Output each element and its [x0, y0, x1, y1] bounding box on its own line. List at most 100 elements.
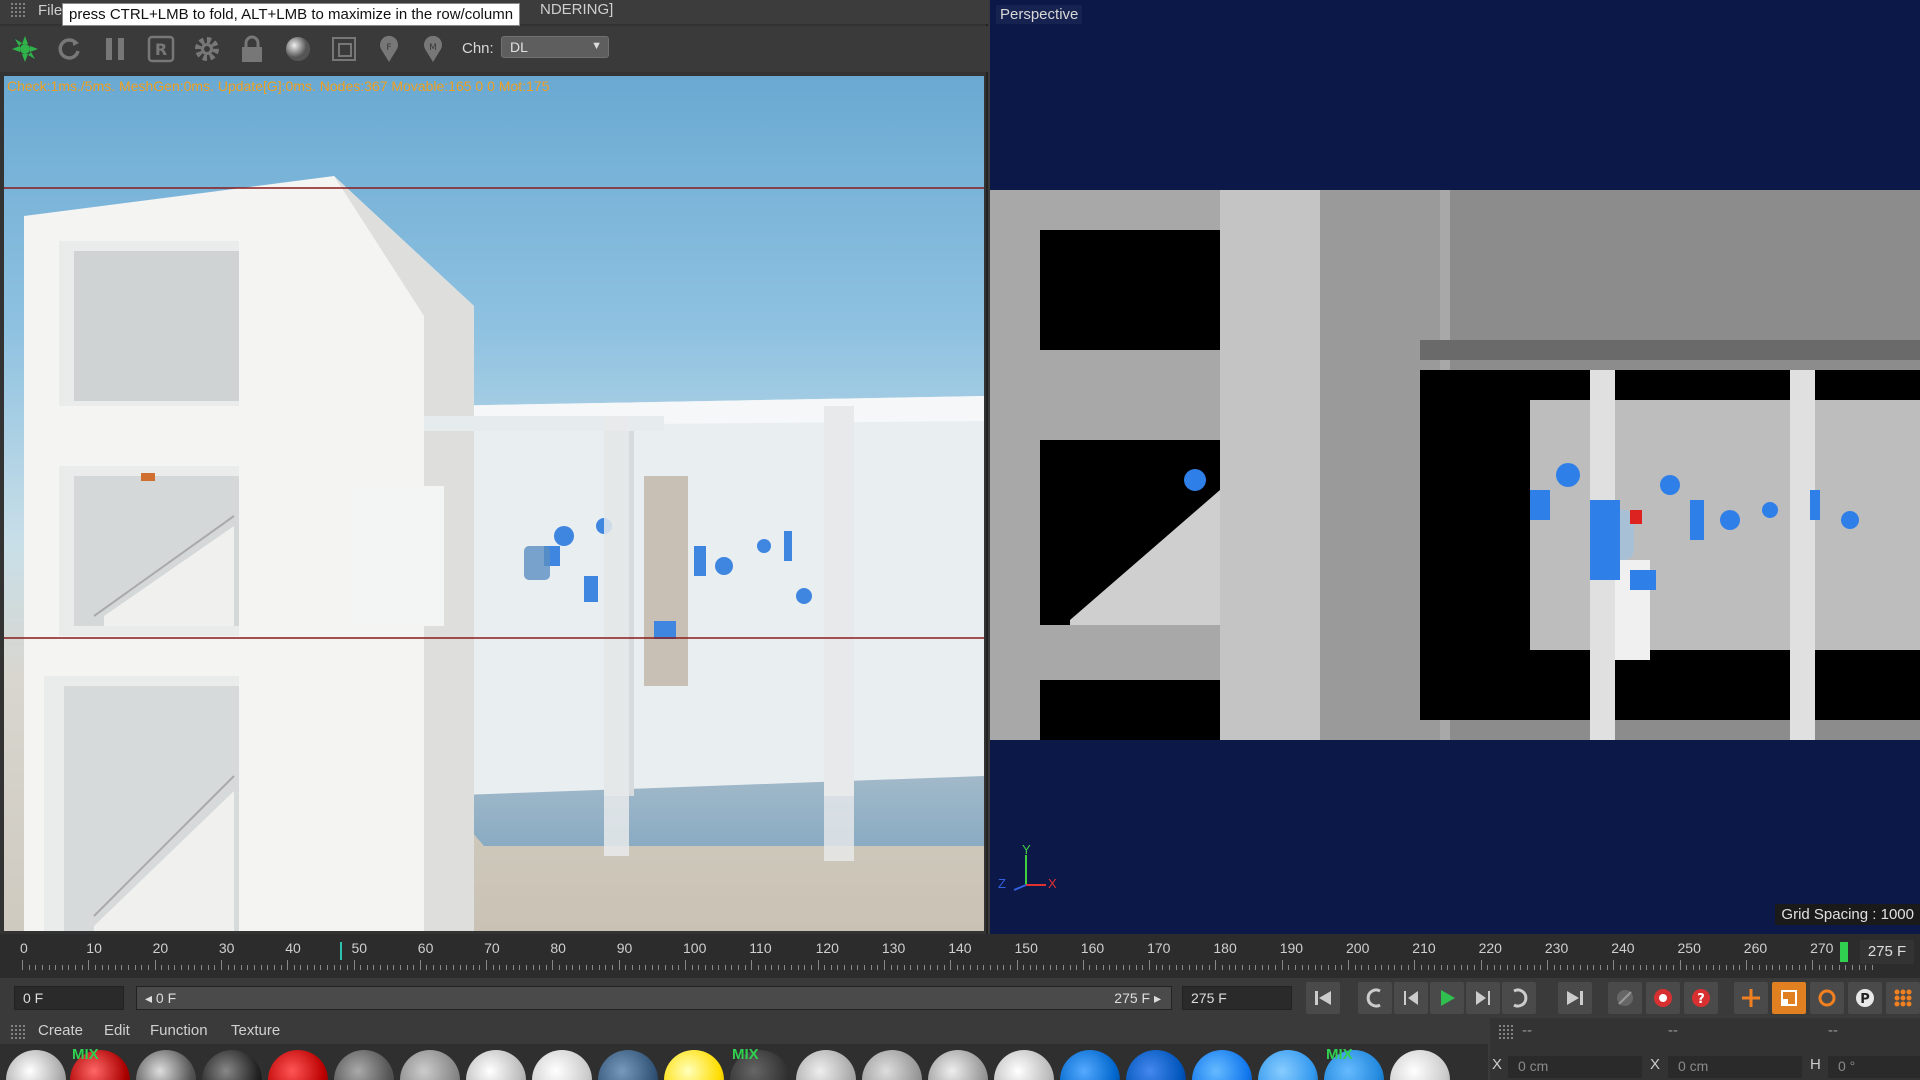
material-swatch[interactable] — [400, 1050, 460, 1080]
lock-icon[interactable] — [235, 32, 269, 66]
timeline-tick — [824, 965, 826, 970]
material-swatch[interactable] — [136, 1050, 196, 1080]
rotate-key-icon[interactable] — [1810, 982, 1844, 1014]
size-x-field[interactable]: 0 cm — [1668, 1056, 1802, 1078]
timeline-ruler[interactable]: 0 10 20 30 40 50 60 70 80 90 100 110 120 130 140 150 160… — [0, 934, 1920, 978]
timeline-tick — [1381, 965, 1383, 970]
menu-edit[interactable]: Edit — [104, 1022, 130, 1039]
previous-frame-button[interactable] — [1394, 982, 1428, 1014]
panel-grip-icon[interactable] — [10, 2, 26, 18]
timeline-tick — [883, 960, 885, 970]
channel-select[interactable]: DL ▼ — [501, 36, 609, 58]
timeline-tick — [844, 965, 846, 970]
timeline-tick — [1401, 965, 1403, 970]
material-swatch[interactable] — [994, 1050, 1054, 1080]
material-pin-icon[interactable]: M — [416, 32, 450, 66]
material-swatch[interactable] — [466, 1050, 526, 1080]
timeline-tick — [1666, 965, 1668, 970]
material-swatch[interactable] — [202, 1050, 262, 1080]
play-button[interactable] — [1430, 982, 1464, 1014]
material-swatch[interactable] — [1060, 1050, 1120, 1080]
refresh-icon[interactable] — [52, 32, 86, 66]
timeline-tick — [340, 965, 342, 970]
settings-gear-icon[interactable] — [190, 32, 224, 66]
material-swatch[interactable] — [1258, 1050, 1318, 1080]
timeline-tick — [386, 965, 388, 970]
material-swatch[interactable] — [664, 1050, 724, 1080]
record-keys-disabled-icon[interactable] — [1608, 982, 1642, 1014]
range-end-label: 275 F ▸ — [1114, 990, 1161, 1006]
material-swatch[interactable] — [796, 1050, 856, 1080]
menu-rendering[interactable]: NDERING] — [540, 1, 613, 18]
end-frame-marker[interactable] — [1840, 942, 1848, 962]
current-frame-marker[interactable] — [340, 942, 342, 960]
viewport-camera-label[interactable]: Perspective — [996, 5, 1083, 24]
panel-grip-icon[interactable] — [10, 1024, 26, 1040]
timeline-end-frame: 275 F — [1860, 940, 1914, 964]
pause-icon[interactable] — [98, 32, 132, 66]
menu-create[interactable]: Create — [38, 1022, 83, 1039]
material-ball-icon[interactable] — [281, 32, 315, 66]
material-swatch[interactable] — [6, 1050, 66, 1080]
timeline-tick — [1215, 960, 1217, 970]
timeline-tick — [658, 965, 660, 970]
next-key-button[interactable] — [1502, 982, 1536, 1014]
timeline-tick-label: 230 — [1544, 940, 1569, 956]
end-frame-field[interactable]: 275 F — [1182, 986, 1292, 1010]
material-swatch[interactable] — [1390, 1050, 1450, 1080]
timeline-tick-label: 100 — [683, 940, 707, 956]
go-to-start-button[interactable] — [1306, 982, 1340, 1014]
timeline-tick — [777, 965, 779, 970]
timeline-tick — [1686, 965, 1688, 970]
start-frame-field[interactable]: 0 F — [14, 986, 124, 1010]
region-icon[interactable] — [327, 32, 361, 66]
timeline-tick — [1261, 965, 1263, 970]
timeline-tick — [28, 965, 30, 970]
timeline-tick — [1560, 965, 1562, 970]
timeline-tick — [1672, 965, 1674, 970]
r-icon[interactable]: R — [144, 32, 178, 66]
material-swatch[interactable] — [598, 1050, 658, 1080]
timeline-tick — [519, 965, 521, 970]
move-key-icon[interactable] — [1734, 982, 1768, 1014]
position-x-field[interactable]: 0 cm — [1508, 1056, 1642, 1078]
focus-pin-icon[interactable]: F — [372, 32, 406, 66]
menu-function[interactable]: Function — [150, 1022, 208, 1039]
rotation-h-field[interactable]: 0 ° — [1828, 1056, 1920, 1078]
timeline-tick — [287, 960, 289, 970]
octane-logo-icon[interactable] — [8, 32, 42, 66]
timeline-tick — [134, 965, 136, 970]
go-to-end-button[interactable] — [1558, 982, 1592, 1014]
timeline-tick-label: 90 — [616, 940, 633, 956]
material-swatch[interactable] — [334, 1050, 394, 1080]
timeline-tick — [1420, 965, 1422, 970]
previous-key-button[interactable] — [1358, 982, 1392, 1014]
render-view[interactable] — [4, 76, 984, 931]
timeline-tick — [1467, 965, 1469, 970]
channel-select-value: DL — [510, 39, 528, 55]
next-frame-button[interactable] — [1466, 982, 1500, 1014]
timeline-tick — [525, 965, 527, 970]
menu-file[interactable]: File — [38, 2, 62, 19]
timeline-tick — [1785, 965, 1787, 970]
panel-grip-icon[interactable] — [1498, 1024, 1514, 1040]
material-swatch[interactable] — [928, 1050, 988, 1080]
autokey-help-icon[interactable]: ? — [1684, 982, 1718, 1014]
timeline-tick — [293, 965, 295, 970]
scale-key-icon[interactable] — [1772, 982, 1806, 1014]
material-swatch[interactable] — [1192, 1050, 1252, 1080]
menu-texture[interactable]: Texture — [231, 1022, 280, 1039]
material-swatch[interactable] — [1126, 1050, 1186, 1080]
timeline-tick — [161, 965, 163, 970]
perspective-viewport[interactable]: Perspective Y X Z Grid Spacing : 1000 — [990, 0, 1920, 934]
record-active-icon[interactable] — [1646, 982, 1680, 1014]
material-swatch[interactable] — [268, 1050, 328, 1080]
parameter-key-icon[interactable]: P — [1848, 982, 1882, 1014]
point-level-icon[interactable] — [1886, 982, 1920, 1014]
timeline-tick — [1812, 960, 1814, 970]
timeline-tick — [426, 965, 428, 970]
preview-range-slider[interactable]: ◂ 0 F 275 F ▸ — [136, 986, 1172, 1010]
material-swatch[interactable] — [862, 1050, 922, 1080]
timeline-tick — [559, 965, 561, 970]
material-swatch[interactable] — [532, 1050, 592, 1080]
